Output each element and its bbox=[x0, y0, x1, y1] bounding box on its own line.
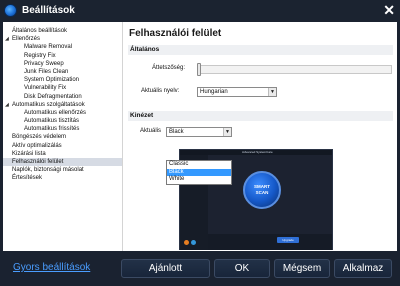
section-header-skin: Kinézet bbox=[128, 111, 393, 121]
settings-tree: Általános beállítások ◢ Ellenőrzés Malwar… bbox=[3, 22, 123, 251]
content-pane: Felhasználói felület Általános Áttetszős… bbox=[123, 22, 397, 251]
footer-bar: Gyors beállítások Ajánlott OK Mégsem Alk… bbox=[0, 251, 400, 286]
ok-button[interactable]: OK bbox=[214, 259, 270, 278]
settings-panel: Általános beállítások ◢ Ellenőrzés Malwar… bbox=[3, 22, 397, 251]
preview-scan-label: SMART bbox=[254, 184, 270, 189]
sidebar-item-vulnerability-fix[interactable]: Vulnerability Fix bbox=[3, 84, 122, 92]
skin-dropdown-list[interactable]: Classic Black White bbox=[166, 160, 232, 185]
page-title: Felhasználói felület bbox=[129, 28, 222, 39]
skin-option-black[interactable]: Black bbox=[167, 168, 231, 176]
window-title: Beállítások bbox=[22, 5, 75, 16]
app-logo-icon bbox=[4, 4, 17, 17]
sidebar-item-auto-update[interactable]: Automatikus frissítés bbox=[3, 125, 122, 133]
language-label: Aktuális nyelv: bbox=[141, 88, 180, 94]
cancel-button[interactable]: Mégsem bbox=[274, 259, 330, 278]
sidebar-item-privacy-sweep[interactable]: Privacy Sweep bbox=[3, 60, 122, 68]
chevron-down-icon: ▼ bbox=[268, 88, 276, 96]
recommended-button[interactable]: Ajánlott bbox=[121, 259, 210, 278]
sidebar-item-browsing-protection[interactable]: Böngészés védelem bbox=[3, 133, 122, 141]
skin-option-white[interactable]: White bbox=[167, 176, 231, 184]
chevron-down-icon: ▼ bbox=[223, 128, 231, 136]
skin-option-classic[interactable]: Classic bbox=[167, 161, 231, 169]
quick-settings-link[interactable]: Gyors beállítások bbox=[13, 262, 90, 273]
apply-button[interactable]: Alkalmaz bbox=[334, 259, 392, 278]
preview-upgrade-button: Upgrade bbox=[277, 237, 299, 243]
sidebar-item-scan[interactable]: ◢ Ellenőrzés bbox=[3, 35, 122, 43]
sidebar-item-auto-scan[interactable]: Automatikus ellenőrzés bbox=[3, 109, 122, 117]
sidebar-item-general-settings[interactable]: Általános beállítások bbox=[3, 27, 122, 35]
sidebar-item-exclusion-list[interactable]: Kizárási lista bbox=[3, 150, 122, 158]
preview-orange-icon bbox=[184, 240, 189, 245]
language-select[interactable]: Hungarian ▼ bbox=[197, 87, 277, 97]
close-icon[interactable]: ✕ bbox=[383, 2, 395, 18]
sidebar-item-automatic-services[interactable]: ◢ Automatikus szolgáltatások bbox=[3, 101, 122, 109]
preview-title: Advanced SystemCare bbox=[242, 150, 273, 154]
sidebar-item-junk-files-clean[interactable]: Junk Files Clean bbox=[3, 68, 122, 76]
sidebar-item-active-optimization[interactable]: Aktív optimalizálás bbox=[3, 142, 122, 150]
sidebar-item-disk-defragmentation[interactable]: Disk Defragmentation bbox=[3, 93, 122, 101]
preview-scan-label: SCAN bbox=[255, 190, 269, 195]
skin-label: Aktuális bbox=[140, 128, 162, 134]
sidebar-item-user-interface[interactable]: Felhasználói felület bbox=[3, 158, 122, 167]
skin-select[interactable]: Black ▼ bbox=[166, 127, 232, 137]
sidebar-item-logs-backup[interactable]: Naplók, biztonsági másolat bbox=[3, 166, 122, 174]
sidebar-item-malware-removal[interactable]: Malware Removal bbox=[3, 43, 122, 51]
preview-footer bbox=[208, 234, 332, 250]
opacity-label: Áttetszőség: bbox=[152, 65, 186, 71]
opacity-slider-thumb[interactable] bbox=[197, 63, 201, 76]
collapse-arrow-icon[interactable]: ◢ bbox=[5, 35, 9, 43]
sidebar-item-auto-clean[interactable]: Automatikus tisztítás bbox=[3, 117, 122, 125]
sidebar-item-notifications[interactable]: Értesítések bbox=[3, 174, 122, 182]
preview-smart-scan-button: SMART SCAN bbox=[243, 171, 281, 209]
sidebar-item-registry-fix[interactable]: Registry Fix bbox=[3, 52, 122, 60]
section-header-general: Általános bbox=[128, 45, 393, 55]
title-bar: Beállítások ✕ bbox=[0, 0, 400, 22]
preview-blue-icon bbox=[191, 240, 196, 245]
collapse-arrow-icon[interactable]: ◢ bbox=[5, 101, 9, 109]
sidebar-item-system-optimization[interactable]: System Optimization bbox=[3, 76, 122, 84]
opacity-slider-track[interactable] bbox=[197, 65, 392, 74]
